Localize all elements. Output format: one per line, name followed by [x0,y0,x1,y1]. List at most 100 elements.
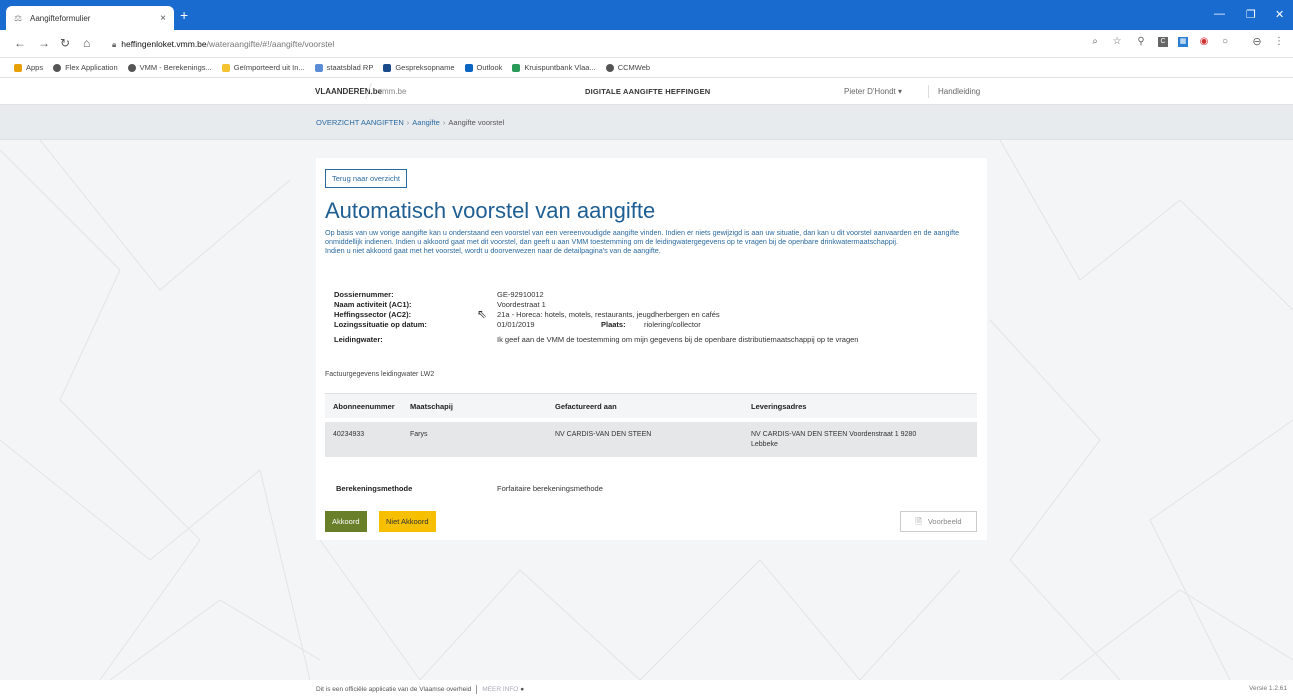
abonnee-cell: 40234933 [333,431,365,438]
outlook-icon [464,63,473,72]
adres-line: NV CARDIS-VAN DEN STEEN Voordenstraat 1 … [751,431,917,438]
lozing-value: 01/01/2019 [497,320,535,329]
bookmark-gesprek[interactable]: Gespreksopname [383,63,455,72]
profile-icon[interactable]: ⊖ [1252,37,1262,48]
extension-icon[interactable]: ◉ [1199,37,1209,47]
plaats-label: Plaats: [601,320,626,329]
intro-text: Op basis van uw vorige aangifte kan u on… [325,228,985,255]
reload-icon[interactable]: ↻ [60,36,70,50]
vlaanderen-logo[interactable]: VLAANDEREN.be [315,87,382,96]
footer: Dit is een officiële applicatie van de V… [0,680,1293,696]
back-arrow-icon[interactable]: ← [14,36,26,50]
mouse-cursor-icon: ⇖ [477,307,488,321]
extension-icon[interactable]: ⚲ [1136,37,1146,47]
manual-link[interactable]: Handleiding [938,87,980,96]
tab-close-icon[interactable]: × [160,13,166,24]
breadcrumb-separator: › [406,118,410,127]
bookmark-flex[interactable]: Flex Application [53,63,118,72]
bookmark-label: Gespreksopname [395,63,455,72]
folder-icon [221,63,230,72]
bookmark-apps[interactable]: Apps [14,63,43,72]
leidingwater-label: Leidingwater: [334,335,383,344]
forward-arrow-icon[interactable]: → [38,36,50,50]
document-icon [314,63,323,72]
footer-text: Dit is een officiële applicatie van de V… [316,685,524,694]
vmm-link[interactable]: vmm.be [378,87,406,96]
close-window-icon[interactable]: ✕ [1275,8,1284,21]
calculation-label: Berekeningsmethode [336,484,413,493]
bookmark-kruispunt[interactable]: Kruispuntbank Vlaa... [512,63,596,72]
bookmark-imported[interactable]: Geïmporteerd uit In... [221,63,305,72]
column-header: Leveringsadres [751,402,807,411]
footer-divider [476,685,478,694]
sector-label: Heffingssector (AC2): [334,310,412,319]
header-divider [928,85,929,98]
bookmark-staatsblad[interactable]: staatsblad RP [314,63,374,72]
url-field[interactable]: 🔒︎ heffingenloket.vmm.be/wateraangifte/#!… [112,35,334,53]
globe-icon [53,63,62,72]
bookmark-label: Geïmporteerd uit In... [233,63,305,72]
info-icon: ● [520,686,525,694]
star-icon[interactable]: ☆ [1112,37,1122,47]
breadcrumb-current: Aangifte voorstel [448,118,505,127]
lock-icon: 🔒︎ [112,40,117,49]
dossier-label: Dossiernummer: [334,290,394,299]
preview-label: Voorbeeld [927,517,962,526]
new-tab-button[interactable]: + [180,8,188,22]
table-row: 40234933 Farys NV CARDIS-VAN DEN STEEN N… [325,422,977,457]
tab-title: Aangifteformulier [30,13,91,23]
back-to-overview-button[interactable]: Terug naar overzicht [325,169,407,188]
column-header: Gefactureerd aan [555,402,617,411]
zoom-icon[interactable]: ⌕ [1090,37,1100,47]
breadcrumb-aangifte[interactable]: Aangifte [412,118,440,127]
extension-icon[interactable]: ▦ [1178,37,1188,47]
breadcrumb-bar: OVERZICHT AANGIFTEN › Aangifte › Aangifte vo… [0,105,1293,140]
user-menu[interactable]: Pieter D'Hondt ▾ [844,87,902,96]
version-label: Versie 1.2.61 [1249,685,1287,692]
more-info-link[interactable]: MEER INFO [482,686,518,693]
calculation-value: Forfaitaire berekeningsmethode [497,484,603,493]
intro-paragraph: Op basis van uw vorige aangifte kan u on… [325,228,960,246]
leidingwater-value: Ik geef aan de VMM de toestemming om mij… [497,335,859,344]
breadcrumb-separator: › [442,118,446,127]
activity-label: Naam activiteit (AC1): [334,300,412,309]
maatschappij-cell: Farys [410,431,428,438]
bookmark-label: CCMWeb [617,63,651,72]
breadcrumb-overview[interactable]: OVERZICHT AANGIFTEN [316,118,404,127]
bookmark-label: staatsblad RP [326,63,374,72]
menu-icon[interactable]: ⋮ [1274,37,1284,47]
browser-tab[interactable]: ⚖ Aangifteformulier × [6,6,174,30]
extension-icon[interactable]: C [1158,37,1168,47]
url-path: /wateraangifte/#!/aangifte/voorstel [206,39,335,49]
accept-button[interactable]: Akkoord [325,511,367,532]
activity-value: Voordestraat 1 [497,300,546,309]
preview-button[interactable]: 🗎 Voorbeeld [900,511,977,532]
bookmark-outlook[interactable]: Outlook [464,63,503,72]
globe-icon [127,63,136,72]
app-title: DIGITALE AANGIFTE HEFFINGEN [585,87,711,96]
invoice-table: Abonneenummer Maatschapij Gefactureerd a… [325,393,977,457]
home-icon[interactable]: ⌂ [83,36,90,50]
bookmarks-bar: Apps Flex Application VMM - Berekenings.… [0,58,1293,78]
maximize-icon[interactable]: ❐ [1246,8,1256,21]
bookmark-vmm[interactable]: VMM - Berekenings... [127,63,212,72]
bookmark-label: Kruispuntbank Vlaa... [524,63,596,72]
document-icon: 🗎 [915,517,922,526]
column-header: Maatschapij [410,402,453,411]
apps-grid-icon [14,63,22,72]
adres-line: Lebbeke [751,441,778,448]
browser-tab-bar: ⚖ Aangifteformulier × + — ❐ ✕ [0,0,1293,30]
site-header: VLAANDEREN.be vmm.be DIGITALE AANGIFTE H… [0,78,1293,105]
reject-button[interactable]: Niet Akkoord [379,511,436,532]
bookmark-label: VMM - Berekenings... [139,63,212,72]
minimize-icon[interactable]: — [1214,8,1225,20]
url-host: heffingenloket.vmm.be [121,39,207,49]
bookmark-label: Outlook [476,63,503,72]
bookmark-ccm[interactable]: CCMWeb [605,63,651,72]
globe-icon [605,63,614,72]
extension-icon[interactable]: ○ [1220,37,1230,47]
sector-value: 21a - Horeca: hotels, motels, restaurant… [497,310,720,319]
dossier-value: GE-92910012 [497,290,544,299]
gefactureerd-cell: NV CARDIS-VAN DEN STEEN [555,431,652,438]
network-icon [512,63,521,72]
